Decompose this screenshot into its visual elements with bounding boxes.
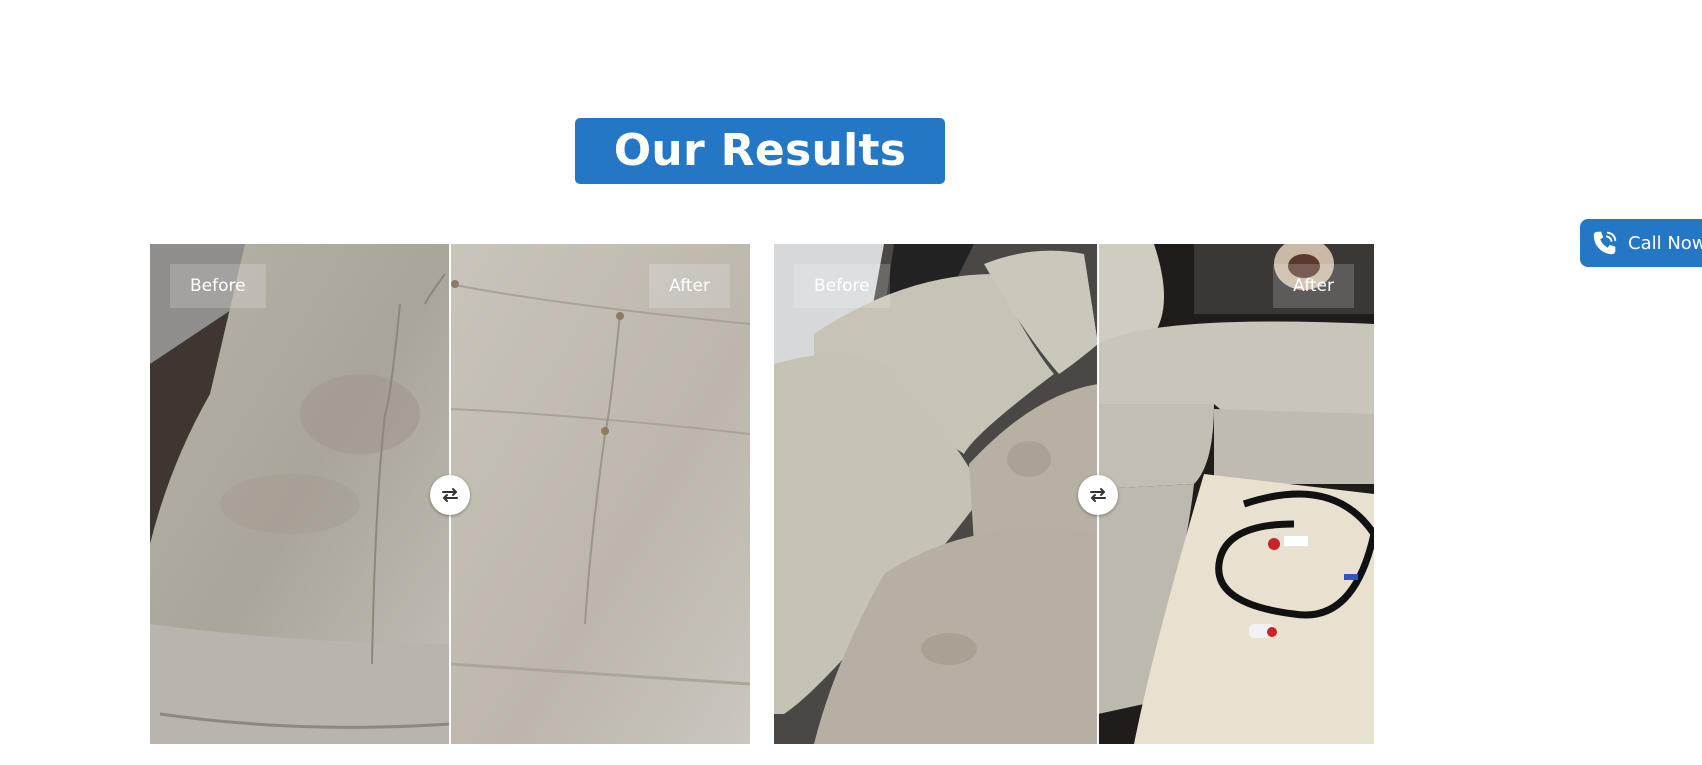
slider-handle[interactable]	[1078, 475, 1118, 515]
results-page: Our Results Before After Before After Ca…	[0, 0, 1702, 765]
sofa-photo	[774, 244, 1374, 744]
section-title: Our Results	[575, 118, 945, 184]
phone-icon	[1593, 231, 1617, 255]
after-label: After	[649, 264, 730, 308]
after-label: After	[1273, 264, 1354, 308]
before-after-slider-sofa[interactable]: Before After	[774, 244, 1374, 744]
slider-handle[interactable]	[430, 475, 470, 515]
before-label: Before	[170, 264, 266, 308]
before-after-slider-ottoman[interactable]: Before After	[150, 244, 750, 744]
before-label: Before	[794, 264, 890, 308]
call-now-button[interactable]: Call Now	[1580, 219, 1702, 267]
swap-arrows-icon	[442, 488, 458, 502]
call-now-label: Call Now	[1628, 232, 1702, 254]
swap-arrows-icon	[1090, 488, 1106, 502]
